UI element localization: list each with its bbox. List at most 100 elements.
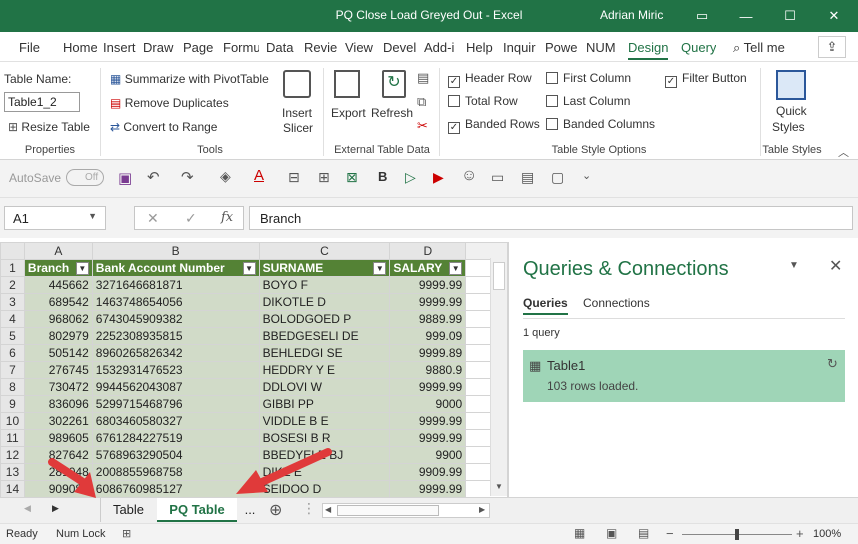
normal-view-icon[interactable]: ▦ bbox=[574, 526, 585, 540]
summarize-pivot-button[interactable]: ▦ Summarize with PivotTable bbox=[110, 72, 269, 86]
branch-cell[interactable]: 989605 bbox=[23, 429, 93, 447]
worksheet-grid[interactable]: A B C D 1 Branch ▼ Bank Account Number ▼ S… bbox=[0, 242, 508, 497]
row-header[interactable]: 13 bbox=[0, 463, 25, 481]
redo-icon[interactable]: ↷ bbox=[181, 168, 194, 186]
total-row-checkbox[interactable]: Total Row bbox=[448, 94, 518, 108]
collapse-ribbon-icon[interactable]: ︿ bbox=[838, 144, 849, 160]
filter-dropdown-icon[interactable]: ▼ bbox=[449, 262, 463, 275]
prev-sheet-icon[interactable]: ◀ bbox=[24, 503, 31, 514]
row-header[interactable]: 12 bbox=[0, 446, 25, 464]
salary-cell[interactable]: 9999.99 bbox=[389, 480, 467, 497]
filter-dropdown-icon[interactable]: ▼ bbox=[242, 262, 256, 275]
customize-qat-icon[interactable]: ⌄ bbox=[582, 169, 591, 182]
header-cell[interactable]: SALARY ▼ bbox=[389, 259, 467, 277]
filter-dropdown-icon[interactable]: ▼ bbox=[373, 262, 387, 275]
tab-data[interactable]: Data bbox=[266, 40, 296, 55]
last-column-checkbox[interactable]: Last Column bbox=[546, 94, 630, 108]
filter-dropdown-icon[interactable]: ▼ bbox=[75, 262, 89, 275]
account-cell[interactable]: 6761284227519 bbox=[91, 429, 260, 447]
user-name[interactable]: Adrian Miric bbox=[600, 8, 663, 22]
maximize-icon[interactable]: ☐ bbox=[768, 0, 812, 32]
vertical-scrollbar[interactable]: ▼ bbox=[490, 258, 507, 496]
row-header[interactable]: 8 bbox=[0, 378, 25, 396]
more-sheets-button[interactable]: ... bbox=[238, 498, 262, 522]
surname-cell[interactable]: SEIDOO D bbox=[258, 480, 391, 497]
add-sheet-icon[interactable]: ⊕ bbox=[269, 500, 282, 520]
tab-design[interactable]: Design bbox=[628, 40, 669, 60]
tab-developer[interactable]: Devel bbox=[383, 40, 419, 55]
row-header[interactable]: 2 bbox=[0, 276, 25, 294]
surname-cell[interactable]: BBEDGESELI DE bbox=[258, 327, 391, 345]
chevron-down-icon[interactable]: ▼ bbox=[88, 211, 97, 221]
row-header[interactable]: 10 bbox=[0, 412, 25, 430]
header-cell[interactable]: SURNAME ▼ bbox=[258, 259, 391, 277]
account-cell[interactable]: 2252308935815 bbox=[91, 327, 260, 345]
tab-formulas[interactable]: Formu bbox=[223, 40, 259, 55]
row-header[interactable]: 5 bbox=[0, 327, 25, 345]
salary-cell[interactable]: 9999.99 bbox=[389, 429, 467, 447]
salary-cell[interactable]: 9999.99 bbox=[389, 378, 467, 396]
banded-rows-checkbox[interactable]: ✓ Banded Rows bbox=[448, 117, 540, 134]
branch-cell[interactable]: 689542 bbox=[23, 293, 93, 311]
account-cell[interactable]: 1532931476523 bbox=[91, 361, 260, 379]
account-cell[interactable]: 8960265826342 bbox=[91, 344, 260, 362]
salary-cell[interactable]: 9900 bbox=[389, 446, 467, 464]
scroll-left-icon[interactable]: ◀ bbox=[325, 505, 331, 514]
branch-cell[interactable]: 505142 bbox=[23, 344, 93, 362]
branch-cell[interactable]: 730472 bbox=[23, 378, 93, 396]
row-header[interactable]: 3 bbox=[0, 293, 25, 311]
tab-insert[interactable]: Insert bbox=[103, 40, 139, 55]
refresh-button[interactable]: Refresh bbox=[371, 106, 413, 120]
branch-cell[interactable]: 836096 bbox=[23, 395, 93, 413]
salary-cell[interactable]: 9880.9 bbox=[389, 361, 467, 379]
next-sheet-icon[interactable]: ▶ bbox=[52, 503, 59, 514]
insert-function-icon[interactable]: fx bbox=[221, 210, 233, 225]
row-header[interactable]: 4 bbox=[0, 310, 25, 328]
branch-cell[interactable]: 302261 bbox=[23, 412, 93, 430]
page-break-icon[interactable]: ▤ bbox=[638, 526, 649, 540]
quick-styles-label-2[interactable]: Styles bbox=[772, 120, 805, 134]
header-cell[interactable]: Bank Account Number ▼ bbox=[91, 259, 260, 277]
column-header[interactable]: A bbox=[23, 242, 93, 260]
zoom-out-icon[interactable]: − bbox=[666, 526, 674, 541]
salary-cell[interactable]: 9999.99 bbox=[389, 412, 467, 430]
paste-icon[interactable]: ▢ bbox=[551, 169, 564, 186]
surname-cell[interactable]: BOSESI B R bbox=[258, 429, 391, 447]
insert-slicer-label-1[interactable]: Insert bbox=[282, 106, 312, 120]
bold-icon[interactable]: B bbox=[378, 169, 387, 184]
fill-color-icon[interactable]: ◈ bbox=[220, 168, 231, 185]
salary-cell[interactable]: 999.09 bbox=[389, 327, 467, 345]
surname-cell[interactable]: VIDDLE B E bbox=[258, 412, 391, 430]
page-layout-icon[interactable]: ▣ bbox=[606, 526, 617, 540]
surname-cell[interactable]: BBEDYELE BJ bbox=[258, 446, 391, 464]
surname-cell[interactable]: DIKOTLE D bbox=[258, 293, 391, 311]
account-cell[interactable]: 6803460580327 bbox=[91, 412, 260, 430]
header-cell[interactable]: Branch ▼ bbox=[23, 259, 93, 277]
banded-columns-checkbox[interactable]: Banded Columns bbox=[546, 117, 655, 131]
autosave-toggle[interactable]: Off bbox=[66, 169, 104, 186]
macro-record-icon[interactable]: ⊞ bbox=[122, 527, 131, 540]
toolbar-icon-1[interactable]: ⊟ bbox=[288, 169, 300, 186]
horizontal-scrollbar[interactable]: ◀ ▶ bbox=[322, 503, 490, 518]
column-header[interactable]: C bbox=[258, 242, 391, 260]
share-icon[interactable]: ⇪ bbox=[818, 36, 846, 58]
close-icon[interactable]: ✕ bbox=[812, 0, 856, 32]
minimize-icon[interactable]: — bbox=[724, 0, 768, 32]
account-cell[interactable]: 3271646681871 bbox=[91, 276, 260, 294]
unlink-icon[interactable]: ✂ bbox=[417, 118, 428, 134]
first-column-checkbox[interactable]: First Column bbox=[546, 71, 631, 85]
account-cell[interactable]: 6743045909382 bbox=[91, 310, 260, 328]
branch-cell[interactable]: 909081 bbox=[23, 480, 93, 497]
header-row-checkbox[interactable]: ✓ Header Row bbox=[448, 71, 532, 88]
name-box[interactable]: A1 ▼ bbox=[4, 206, 106, 230]
refresh-query-icon[interactable]: ↻ bbox=[827, 356, 838, 372]
account-cell[interactable]: 9944562043087 bbox=[91, 378, 260, 396]
query-card[interactable]: ▦ Table1 103 rows loaded. ↻ bbox=[523, 350, 845, 402]
surname-cell[interactable]: BOYO F bbox=[258, 276, 391, 294]
resize-table-button[interactable]: ⊞ Resize Table bbox=[8, 120, 90, 134]
row-header[interactable]: 7 bbox=[0, 361, 25, 379]
salary-cell[interactable]: 9999.99 bbox=[389, 276, 467, 294]
scroll-thumb[interactable] bbox=[493, 262, 505, 290]
surname-cell[interactable]: BEHLEDGI SE bbox=[258, 344, 391, 362]
zoom-level[interactable]: 100% bbox=[813, 528, 841, 540]
